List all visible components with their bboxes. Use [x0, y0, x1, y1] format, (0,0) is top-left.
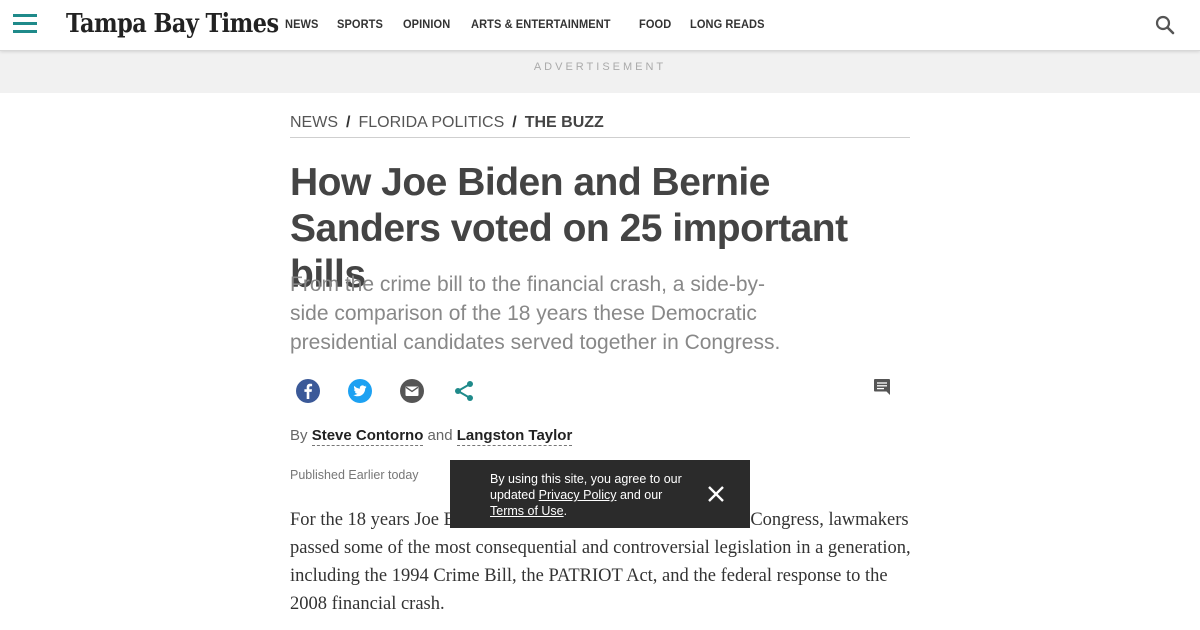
byline-prefix: By	[290, 427, 308, 444]
close-icon[interactable]	[706, 484, 726, 504]
cookie-notice-text: By using this site, you agree to our upd…	[490, 471, 690, 519]
share-icon[interactable]	[451, 378, 477, 404]
hamburger-menu-icon[interactable]	[13, 14, 37, 34]
terms-of-use-link[interactable]: Terms of Use	[490, 504, 564, 518]
nav-item-arts-entertainment[interactable]: ARTS & ENTERTAINMENT	[471, 17, 611, 31]
breadcrumb-item-the-buzz[interactable]: THE BUZZ	[525, 114, 604, 131]
nav-item-food[interactable]: FOOD	[639, 17, 671, 31]
facebook-icon[interactable]	[295, 378, 321, 404]
main-nav: NEWS SPORTS OPINION ARTS & ENTERTAINMENT…	[285, 17, 771, 31]
share-toolbar	[295, 378, 895, 406]
cookie-notice: By using this site, you agree to our upd…	[450, 460, 750, 528]
breadcrumb-item-news[interactable]: NEWS	[290, 114, 338, 131]
site-header: Tampa Bay Times NEWS SPORTS OPINION ARTS…	[0, 0, 1200, 51]
nav-item-long-reads[interactable]: LONG READS	[690, 17, 765, 31]
breadcrumb-item-florida-politics[interactable]: FLORIDA POLITICS	[358, 114, 504, 131]
comments-icon[interactable]	[873, 378, 891, 396]
byline: By Steve Contorno and Langston Taylor	[290, 427, 573, 446]
breadcrumb-separator: /	[512, 114, 517, 131]
search-icon[interactable]	[1153, 13, 1177, 37]
site-logo[interactable]: Tampa Bay Times	[66, 9, 279, 39]
published-date: Published Earlier today	[290, 468, 419, 482]
cookie-text-middle: and our	[619, 488, 663, 502]
nav-item-sports[interactable]: SPORTS	[337, 17, 383, 31]
breadcrumb-separator: /	[346, 114, 351, 131]
cookie-text-after: .	[563, 504, 568, 518]
email-icon[interactable]	[399, 378, 425, 404]
byline-conjunction: and	[427, 427, 453, 444]
nav-item-news[interactable]: NEWS	[285, 17, 318, 31]
privacy-policy-link[interactable]: Privacy Policy	[539, 488, 617, 502]
author-link-langston-taylor[interactable]: Langston Taylor	[456, 427, 573, 446]
nav-item-opinion[interactable]: OPINION	[403, 17, 450, 31]
article-dek: From the crime bill to the financial cra…	[290, 273, 781, 354]
breadcrumb: NEWS / FLORIDA POLITICS / THE BUZZ	[290, 114, 910, 138]
twitter-icon[interactable]	[347, 378, 373, 404]
advertisement-label: ADVERTISEMENT	[533, 61, 667, 73]
author-link-steve-contorno[interactable]: Steve Contorno	[311, 427, 424, 446]
